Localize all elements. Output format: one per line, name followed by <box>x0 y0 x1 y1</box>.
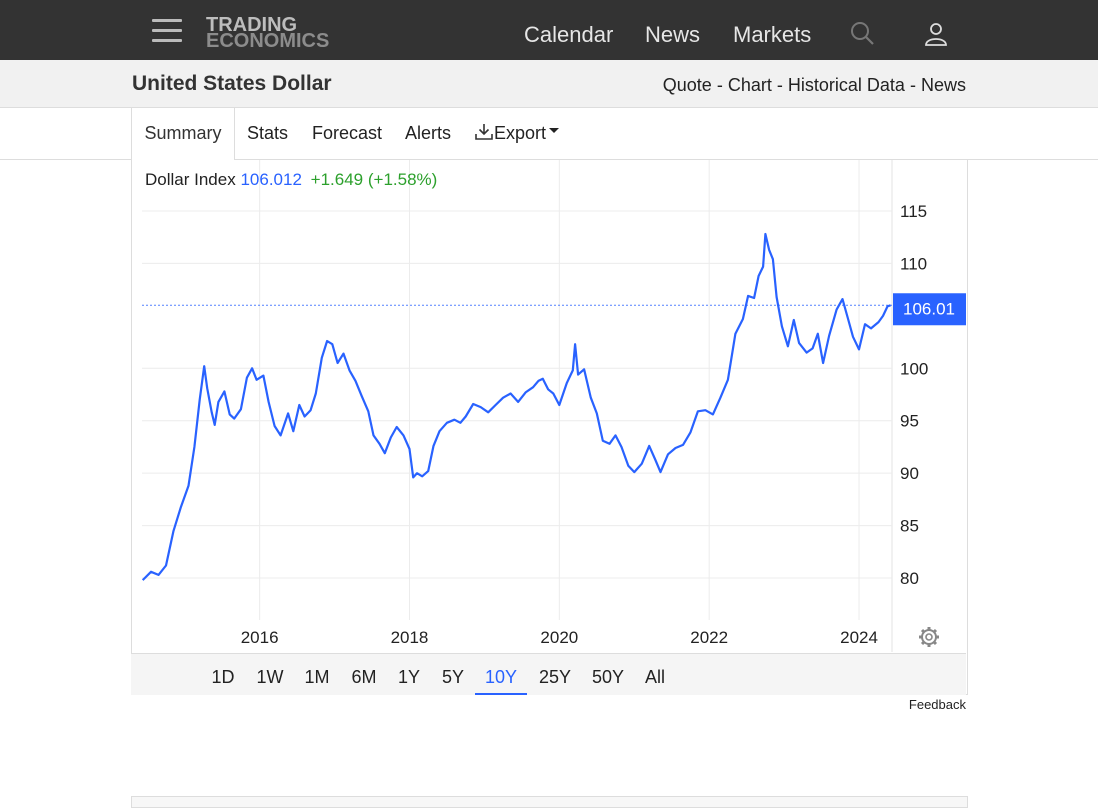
quote-link[interactable]: Quote <box>663 75 712 95</box>
next-section-box <box>131 796 968 808</box>
separator: - <box>776 75 783 95</box>
range-1m[interactable]: 1M <box>295 654 339 695</box>
site-logo[interactable]: TRADING ECONOMICS <box>206 14 356 52</box>
export-label: Export <box>494 123 547 143</box>
instrument-name: Dollar Index <box>145 170 236 189</box>
page-title: United States Dollar <box>132 72 332 95</box>
tab-export[interactable]: Export <box>474 108 560 159</box>
range-1d[interactable]: 1D <box>201 654 245 695</box>
range-1w[interactable]: 1W <box>248 654 292 695</box>
nav-markets-link[interactable]: Markets <box>733 22 811 48</box>
separator: - <box>909 75 916 95</box>
chart-legend: Dollar Index 106.012 +1.649 (+1.58%) <box>145 170 437 190</box>
nav-news-link[interactable]: News <box>645 22 700 48</box>
search-icon[interactable] <box>849 20 877 48</box>
user-icon[interactable] <box>923 20 951 48</box>
chart-container <box>131 160 968 695</box>
range-50y[interactable]: 50Y <box>584 654 632 695</box>
top-navbar: TRADING ECONOMICS Calendar News Markets <box>0 0 1098 60</box>
hamburger-icon[interactable] <box>152 19 182 43</box>
feedback-link[interactable]: Feedback <box>909 697 966 712</box>
nav-calendar-link[interactable]: Calendar <box>524 22 613 48</box>
range-1y[interactable]: 1Y <box>387 654 431 695</box>
range-selector: 1D 1W 1M 6M 1Y 5Y 10Y 25Y 50Y All <box>131 653 966 695</box>
separator: - <box>716 75 723 95</box>
tab-bar: Summary Stats Forecast Alerts Export <box>0 108 1098 160</box>
instrument-header: United States Dollar Quote - Chart - His… <box>0 60 1098 108</box>
caret-down-icon <box>549 128 560 133</box>
download-icon <box>475 124 493 140</box>
range-10y[interactable]: 10Y <box>475 654 527 695</box>
range-6m[interactable]: 6M <box>342 654 386 695</box>
range-all[interactable]: All <box>633 654 677 695</box>
tab-stats[interactable]: Stats <box>247 108 288 159</box>
news-link[interactable]: News <box>921 75 966 95</box>
tab-alerts[interactable]: Alerts <box>405 108 451 159</box>
tab-summary[interactable]: Summary <box>131 108 235 160</box>
logo-line-2: ECONOMICS <box>206 30 330 52</box>
range-5y[interactable]: 5Y <box>431 654 475 695</box>
price-change: +1.649 <box>310 170 364 189</box>
instrument-links: Quote - Chart - Historical Data - News <box>663 74 966 96</box>
range-25y[interactable]: 25Y <box>531 654 579 695</box>
tab-forecast[interactable]: Forecast <box>312 108 382 159</box>
price-change-percent: (+1.58%) <box>367 170 438 189</box>
last-price: 106.012 <box>240 170 302 189</box>
chart-link[interactable]: Chart <box>728 75 772 95</box>
historical-data-link[interactable]: Historical Data <box>788 75 905 95</box>
